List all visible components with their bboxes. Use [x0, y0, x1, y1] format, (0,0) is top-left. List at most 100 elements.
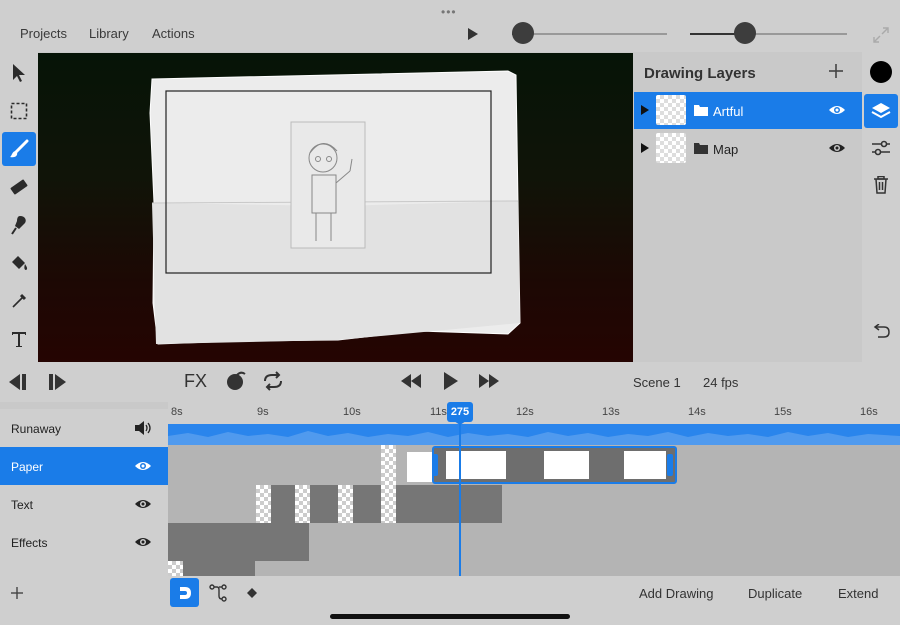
timeline-ruler[interactable]: 8s 9s 10s 11s 12s 13s 14s 15s 16s 275	[168, 402, 900, 425]
text-clip-empty[interactable]	[338, 485, 353, 523]
layer-thumbnail	[656, 95, 686, 125]
lasso-select-icon[interactable]	[4, 96, 34, 126]
speaker-icon[interactable]	[134, 421, 152, 435]
text-clip[interactable]	[353, 485, 381, 523]
duplicate-button[interactable]: Duplicate	[748, 586, 802, 601]
home-indicator	[330, 614, 570, 619]
extend-button[interactable]: Extend	[838, 586, 878, 601]
step-forward-icon[interactable]	[48, 374, 68, 390]
fullscreen-icon[interactable]	[872, 26, 890, 44]
add-drawing-button[interactable]: Add Drawing	[639, 586, 713, 601]
effects-clip[interactable]	[168, 523, 309, 561]
track-name: Text	[11, 498, 34, 512]
motion-path-icon[interactable]	[209, 584, 227, 602]
clip-frame	[544, 451, 589, 479]
brush-size-slider[interactable]	[512, 22, 667, 44]
track-runaway[interactable]: Runaway	[0, 409, 168, 447]
eye-icon[interactable]	[134, 460, 152, 472]
tool-bar	[0, 52, 38, 362]
tick-label: 14s	[688, 406, 706, 418]
rewind-icon[interactable]	[400, 374, 422, 388]
paper-artwork	[149, 70, 521, 345]
expand-triangle-icon[interactable]	[641, 105, 649, 115]
hidden-clip-empty[interactable]	[168, 561, 183, 576]
layer-row-artful[interactable]: Artful	[634, 92, 862, 129]
tick-label: 12s	[516, 406, 534, 418]
audio-waveform[interactable]	[168, 424, 900, 445]
clip-frame	[446, 451, 506, 479]
expand-triangle-icon[interactable]	[641, 143, 649, 153]
tick-label: 8s	[171, 406, 183, 418]
eye-icon[interactable]	[828, 142, 846, 154]
menu-actions[interactable]: Actions	[152, 26, 195, 41]
menu-projects[interactable]: Projects	[20, 26, 67, 41]
transport-bar: FX Scene 1 24 fps	[0, 362, 900, 402]
paper-clip-empty[interactable]	[381, 445, 396, 485]
fx-button[interactable]: FX	[184, 371, 207, 392]
snap-magnet-icon[interactable]	[170, 578, 199, 607]
bottom-bar: Add Drawing Duplicate Extend	[0, 576, 900, 625]
selected-clip[interactable]	[432, 446, 677, 484]
track-paper[interactable]: Paper	[0, 447, 168, 485]
folder-icon	[694, 105, 708, 116]
right-bar	[862, 52, 900, 388]
text-tool-icon[interactable]	[4, 324, 34, 354]
eye-icon[interactable]	[134, 536, 152, 548]
loop-icon[interactable]	[262, 371, 284, 391]
track-name: Effects	[11, 536, 48, 550]
track-effects[interactable]: Effects	[0, 523, 168, 561]
eye-icon[interactable]	[134, 498, 152, 510]
playhead-frame-badge[interactable]: 275	[447, 402, 473, 422]
top-bar: ••• Projects Library Actions	[0, 0, 900, 52]
text-clip-empty[interactable]	[295, 485, 310, 523]
layer-name: Artful	[713, 104, 744, 119]
add-layer-icon[interactable]	[828, 63, 844, 79]
text-clip[interactable]	[271, 485, 295, 523]
clip-trim-handle-left[interactable]	[432, 454, 438, 476]
track-name: Runaway	[11, 422, 62, 436]
add-track-icon[interactable]	[10, 586, 24, 600]
menu-library[interactable]: Library	[89, 26, 129, 41]
fast-forward-icon[interactable]	[478, 374, 500, 388]
paper-clip-frame[interactable]	[407, 452, 435, 482]
drag-grip-icon[interactable]: •••	[441, 5, 457, 19]
brush-tool-icon[interactable]	[2, 132, 36, 166]
text-clip-empty[interactable]	[381, 485, 396, 523]
layer-thumbnail	[656, 133, 686, 163]
fill-bucket-icon[interactable]	[4, 248, 34, 278]
undo-icon[interactable]	[872, 324, 890, 338]
drawing-canvas[interactable]	[38, 53, 633, 362]
brush-size-knob[interactable]	[512, 22, 534, 44]
eye-icon[interactable]	[828, 104, 846, 116]
layers-panel: Drawing Layers Artful Map	[634, 53, 862, 362]
play-icon[interactable]	[443, 372, 459, 390]
opacity-knob[interactable]	[734, 22, 756, 44]
text-clip[interactable]	[396, 485, 502, 523]
tick-label: 10s	[343, 406, 361, 418]
text-clip-empty[interactable]	[256, 485, 271, 523]
color-swatch[interactable]	[870, 61, 892, 83]
layers-toggle-icon[interactable]	[864, 94, 898, 128]
timeline-tracks[interactable]	[168, 424, 900, 576]
clip-trim-handle-right[interactable]	[667, 454, 673, 476]
smudge-icon[interactable]	[4, 210, 34, 240]
step-back-icon[interactable]	[8, 374, 28, 390]
trash-icon[interactable]	[873, 176, 889, 194]
eyedropper-icon[interactable]	[4, 286, 34, 316]
keyframe-icon[interactable]	[247, 588, 257, 598]
adjustments-icon[interactable]	[871, 140, 891, 156]
scene-label[interactable]: Scene 1	[633, 375, 681, 390]
layers-title: Drawing Layers	[644, 65, 756, 82]
play-preview-icon[interactable]	[468, 28, 478, 40]
select-arrow-icon[interactable]	[4, 58, 34, 88]
playhead-line[interactable]	[459, 424, 461, 576]
text-clip[interactable]	[310, 485, 338, 523]
hidden-clip[interactable]	[183, 561, 255, 576]
fps-label[interactable]: 24 fps	[703, 375, 738, 390]
layer-row-map[interactable]: Map	[634, 130, 862, 167]
onion-skin-icon[interactable]	[225, 371, 247, 391]
opacity-slider[interactable]	[690, 22, 847, 44]
eraser-icon[interactable]	[4, 172, 34, 202]
track-text[interactable]: Text	[0, 485, 168, 523]
clip-frame	[624, 451, 666, 479]
